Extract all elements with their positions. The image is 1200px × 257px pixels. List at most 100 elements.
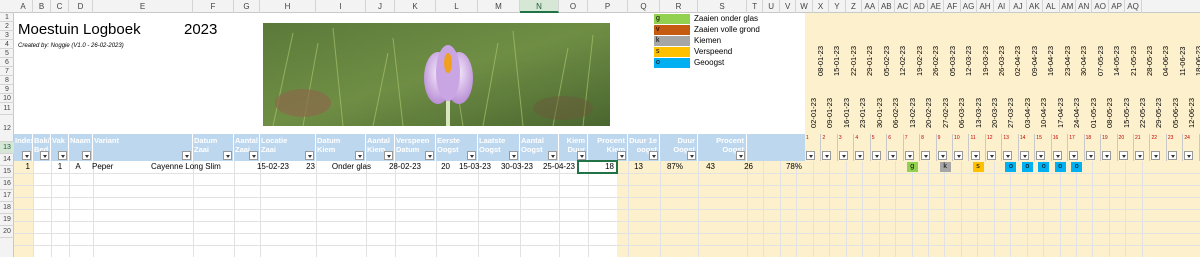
column-header-ah[interactable]: AH [977,0,994,13]
cell-kiem-duur[interactable]: 13 [617,161,646,173]
filter-dropdown-button[interactable] [617,151,626,160]
filter-dropdown-button[interactable] [687,151,696,160]
row-header-15[interactable]: 15 [0,166,14,178]
filter-dropdown-button[interactable] [1036,151,1046,160]
row-header-16[interactable]: 16 [0,178,14,190]
column-header-aj[interactable]: AJ [1010,0,1027,13]
column-header-d[interactable]: D [69,0,93,13]
column-header-e[interactable]: E [93,0,193,13]
column-header-x[interactable]: X [813,0,830,13]
cell-datum-kiem[interactable]: 28-02-23 [374,161,424,173]
filter-dropdown-button[interactable] [937,151,947,160]
row-header-4[interactable]: 4 [0,40,14,49]
cell-bak[interactable]: 1 [51,161,69,173]
filter-dropdown-button[interactable] [888,151,898,160]
column-header-ac[interactable]: AC [895,0,912,13]
filter-dropdown-button[interactable] [1069,151,1079,160]
row-header-10[interactable]: 10 [0,94,14,103]
cell-aantal-oogst[interactable]: 18 [577,160,618,174]
row-header-18[interactable]: 18 [0,202,14,214]
filter-dropdown-button[interactable] [82,151,91,160]
cell-verspeen-datum[interactable]: 15-03-23 [453,161,494,173]
column-header-ab[interactable]: AB [879,0,896,13]
filter-dropdown-button[interactable] [22,151,31,160]
cell-procent-kiem[interactable]: 87% [646,161,686,173]
column-header-w[interactable]: W [796,0,813,13]
week-mark-cell[interactable]: g [906,162,918,172]
row-header-2[interactable]: 2 [0,22,14,31]
cell-eerste-oogst[interactable]: 30-03-23 [494,161,536,173]
row-header-7[interactable]: 7 [0,67,14,76]
column-header-ag[interactable]: AG [961,0,978,13]
filter-dropdown-button[interactable] [577,151,586,160]
column-header-v[interactable]: V [780,0,797,13]
column-header-ap[interactable]: AP [1109,0,1126,13]
column-header-s[interactable]: S [698,0,747,13]
filter-dropdown-button[interactable] [40,151,49,160]
column-header-p[interactable]: P [588,0,628,13]
spreadsheet-grid[interactable]: Moestuin Logboek 2023 Created by: Noggie… [14,13,1200,257]
column-header-o[interactable]: O [559,0,588,13]
filter-dropdown-button[interactable] [1135,151,1144,160]
row-header-1[interactable]: 1 [0,13,14,22]
week-mark-cell[interactable]: o [1054,162,1066,172]
column-header-af[interactable]: AF [944,0,961,13]
cell-naam[interactable]: Peper [92,161,148,173]
filter-dropdown-button[interactable] [838,151,848,160]
column-header-an[interactable]: AN [1076,0,1093,13]
cell-procent-oogst[interactable]: 78% [756,161,805,173]
row-header-19[interactable]: 19 [0,214,14,226]
filter-dropdown-button[interactable] [58,151,67,160]
filter-dropdown-button[interactable] [855,151,865,160]
column-header-aq[interactable]: AQ [1125,0,1142,13]
cell-locatie-zaai[interactable]: Onder glas [318,161,374,173]
filter-dropdown-button[interactable] [182,151,191,160]
week-mark-cell[interactable]: o [1071,162,1083,172]
filter-dropdown-button[interactable] [223,151,232,160]
column-header-k[interactable]: K [395,0,436,13]
cell-vak[interactable]: A [69,161,87,173]
row-header-5[interactable]: 5 [0,49,14,58]
column-header-z[interactable]: Z [846,0,863,13]
column-header-h[interactable]: H [260,0,316,13]
column-header-ao[interactable]: AO [1092,0,1109,13]
cell-index[interactable]: 1 [14,161,33,173]
cell-aantal-zaai[interactable]: 23 [292,161,318,173]
filter-dropdown-button[interactable] [249,151,258,160]
filter-dropdown-button[interactable] [509,151,518,160]
filter-dropdown-button[interactable] [1019,151,1029,160]
filter-dropdown-button[interactable] [467,151,476,160]
cell-duur-1e-oogst[interactable]: 43 [686,161,718,173]
cell-laatste-oogst[interactable]: 25-04-23 [536,161,578,173]
filter-dropdown-button[interactable] [921,151,931,160]
row-header-14[interactable]: 14 [0,154,14,166]
filter-dropdown-button[interactable] [384,151,393,160]
row-header-8[interactable]: 8 [0,76,14,85]
filter-dropdown-button[interactable] [1102,151,1112,160]
column-header-y[interactable]: Y [829,0,846,13]
cell-aantal-kiem[interactable]: 20 [424,161,453,173]
column-header-j[interactable]: J [366,0,395,13]
filter-dropdown-button[interactable] [822,151,832,160]
column-header-m[interactable]: M [478,0,520,13]
filter-dropdown-button[interactable] [871,151,881,160]
filter-dropdown-button[interactable] [1118,151,1128,160]
column-header-i[interactable]: I [316,0,366,13]
column-header-ak[interactable]: AK [1027,0,1044,13]
crocus-photo[interactable] [263,23,610,126]
week-mark-cell[interactable]: o [1005,162,1017,172]
row-header-20[interactable]: 20 [0,226,14,238]
filter-dropdown-button[interactable] [425,151,434,160]
filter-dropdown-button[interactable] [649,151,658,160]
filter-dropdown-button[interactable] [1184,151,1194,160]
row-header-12[interactable]: 12 [0,115,14,142]
week-mark-cell[interactable]: o [1038,162,1050,172]
row-header-9[interactable]: 9 [0,85,14,94]
filter-dropdown-button[interactable] [986,151,996,160]
row-header-3[interactable]: 3 [0,31,14,40]
filter-dropdown-button[interactable] [305,151,314,160]
column-header-n[interactable]: N [520,0,559,13]
filter-dropdown-button[interactable] [1151,151,1161,160]
column-header-r[interactable]: R [660,0,698,13]
row-header-13[interactable]: 13 [0,142,14,154]
